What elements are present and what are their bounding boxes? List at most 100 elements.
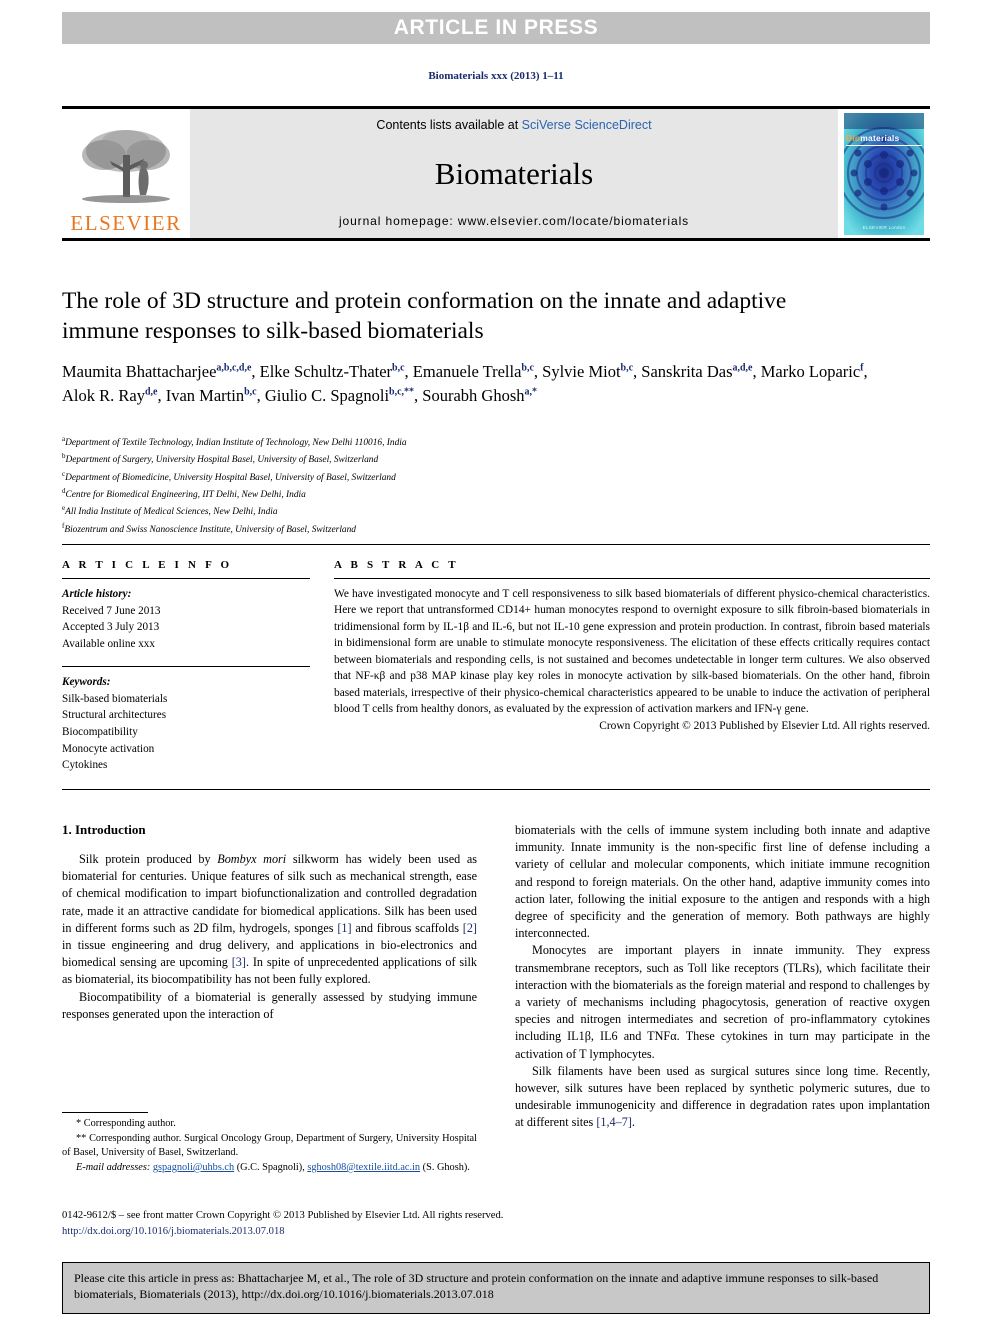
author-name: Emanuele Trella [412, 362, 522, 382]
author-name: Sourabh Ghosh [422, 386, 525, 406]
author-affiliation-mark: f [860, 362, 864, 374]
keyword-item: Biocompatibility [62, 726, 138, 739]
body-paragraph: Biocompatibility of a biomaterial is gen… [62, 989, 477, 1021]
cover-name-suffix: materials [860, 132, 900, 143]
author-name: Elke Schultz-Thater [259, 362, 393, 382]
corresponding-author-note-1: * Corresponding author. [76, 1118, 176, 1129]
page-title: The role of 3D structure and protein con… [62, 288, 787, 345]
affiliation-text: All India Institute of Medical Sciences,… [65, 507, 278, 518]
affiliation-text: Department of Surgery, University Hospit… [65, 455, 379, 466]
article-first-page: ARTICLE IN PRESS Biomaterials xxx (2013)… [0, 0, 992, 1323]
history-item: Available online xxx [62, 637, 155, 650]
email-owner-2: (S. Ghosh). [422, 1161, 470, 1173]
affiliation-text: Department of Textile Technology, Indian… [65, 438, 407, 449]
author-affiliation-mark: a,b,c,d,e [216, 362, 252, 374]
running-head: Biomaterials xxx (2013) 1–11 [428, 70, 564, 82]
journal-title: Biomaterials [434, 155, 594, 191]
keyword-item: Cytokines [62, 759, 108, 772]
keywords-group: Keywords: Silk-based biomaterials Struct… [62, 674, 310, 773]
author-affiliation-mark: b,c [620, 362, 634, 374]
author-affiliation-mark: b,c [521, 362, 534, 374]
keywords-label: Keywords: [62, 676, 111, 689]
journal-homepage[interactable]: journal homepage: www.elsevier.com/locat… [339, 214, 689, 228]
cover-publisher-text: ELSEVIER London [862, 224, 906, 230]
issn-line: 0142-9612/$ – see front matter Crown Cop… [62, 1210, 504, 1221]
affiliation-item: fBiozentrum and Swiss Nanoscience Instit… [62, 521, 902, 538]
section-heading-introduction: 1. Introduction [62, 822, 146, 837]
history-item: Accepted 3 July 2013 [62, 621, 160, 634]
affiliation-list: aDepartment of Textile Technology, India… [62, 434, 902, 538]
author-list: Maumita Bhattacharjeea,b,c,d,e, Elke Sch… [62, 362, 868, 406]
keyword-item: Silk-based biomaterials [62, 692, 168, 705]
article-in-press-banner: ARTICLE IN PRESS [62, 12, 930, 44]
journal-masthead: ELSEVIER Contents lists available at Sci… [62, 106, 930, 241]
cite-this-article-text: Please cite this article in press as: Bh… [74, 1271, 879, 1302]
affiliation-text: Centre for Biomedical Engineering, IIT D… [65, 490, 306, 501]
info-abstract-band: A R T I C L E I N F O Article history: R… [62, 544, 930, 790]
abstract-heading: A B S T R A C T [334, 559, 459, 571]
author-name: Sylvie Miot [542, 362, 621, 382]
body-column-left: 1. Introduction Silk protein produced by… [62, 822, 477, 1132]
abstract-rule [334, 578, 930, 579]
email-addresses-note: E-mail addresses: gspagnoli@uhbs.ch (G.C… [62, 1161, 477, 1176]
doi-link[interactable]: http://dx.doi.org/10.1016/j.biomaterials… [62, 1224, 622, 1240]
masthead-center: Contents lists available at SciVerse Sci… [190, 109, 838, 238]
contents-prefix: Contents lists available at [376, 118, 522, 132]
body-paragraph: biomaterials with the cells of immune sy… [515, 823, 930, 941]
journal-cover-thumbnail: Biomaterials ELSEVIER London [844, 112, 924, 235]
author-affiliation-mark: d,e [144, 386, 158, 398]
abstract-text: We have investigated monocyte and T cell… [334, 588, 930, 715]
author-name: Alok R. Ray [62, 386, 145, 406]
article-in-press-label: ARTICLE IN PRESS [393, 16, 599, 39]
affiliation-item: aDepartment of Textile Technology, India… [62, 434, 902, 451]
abstract-column: A B S T R A C T We have investigated mon… [334, 559, 930, 777]
affiliation-item: dCentre for Biomedical Engineering, IIT … [62, 486, 902, 503]
affiliation-text: Department of Biomedicine, University Ho… [65, 472, 396, 483]
abstract-copyright: Crown Copyright © 2013 Published by Else… [599, 720, 930, 733]
keywords-rule [62, 666, 310, 668]
corresponding-author-note-2: ** Corresponding author. Surgical Oncolo… [62, 1132, 477, 1159]
author-affiliation-mark: a,* [524, 386, 538, 398]
author-name: Ivan Martin [165, 386, 245, 406]
cover-divider [846, 144, 922, 146]
reference-link[interactable]: [3] [232, 955, 246, 969]
email-owner-1: (G.C. Spagnoli), [236, 1161, 305, 1173]
affiliation-item: cDepartment of Biomedicine, University H… [62, 469, 902, 486]
article-info-heading: A R T I C L E I N F O [62, 559, 233, 571]
reference-link[interactable]: [2] [463, 921, 477, 935]
title-block: The role of 3D structure and protein con… [62, 286, 868, 408]
cover-artwork [844, 112, 924, 235]
article-info-rule [62, 578, 310, 579]
author-name: Sanskrita Das [641, 362, 733, 382]
footnote-rule [62, 1112, 148, 1113]
body-column-right: biomaterials with the cells of immune sy… [515, 822, 930, 1132]
author-affiliation-mark: a,d,e [732, 362, 753, 374]
author-name: Marko Loparic [760, 362, 861, 382]
contents-list-line: Contents lists available at SciVerse Sci… [376, 118, 651, 132]
body-paragraph: Monocytes are important players in innat… [515, 943, 930, 1061]
email-label: E-mail addresses: [76, 1161, 151, 1173]
article-history-label: Article history: [62, 588, 132, 600]
reference-link[interactable]: [1,4–7] [596, 1115, 632, 1129]
affiliation-text: Biozentrum and Swiss Nanoscience Institu… [64, 524, 356, 535]
author-affiliation-mark: b,c,** [389, 386, 415, 398]
elsevier-logo: ELSEVIER [62, 109, 190, 238]
cover-journal-name: Biomaterials [846, 133, 899, 143]
author-affiliation-mark: b,c [392, 362, 405, 374]
article-info-column: A R T I C L E I N F O Article history: R… [62, 559, 310, 777]
footnote-block: * Corresponding author. ** Corresponding… [62, 1112, 477, 1175]
sciencedirect-link[interactable]: SciVerse ScienceDirect [522, 118, 652, 132]
affiliation-item: eAll India Institute of Medical Sciences… [62, 503, 902, 520]
author-name: Giulio C. Spagnoli [264, 386, 390, 406]
email-link-ghosh[interactable]: sghosh08@textile.iitd.ac.in [307, 1162, 420, 1173]
cite-this-article-box: Please cite this article in press as: Bh… [62, 1262, 930, 1314]
cover-name-prefix: Bio [846, 132, 861, 143]
email-link-spagnoli[interactable]: gspagnoli@uhbs.ch [153, 1162, 234, 1173]
body-columns: 1. Introduction Silk protein produced by… [62, 822, 930, 1132]
history-item: Received 7 June 2013 [62, 604, 161, 617]
elsevier-tree-icon [82, 130, 170, 203]
reference-link[interactable]: [1] [337, 921, 351, 935]
keyword-item: Structural architectures [62, 709, 167, 722]
author-affiliation-mark: b,c [244, 386, 257, 398]
